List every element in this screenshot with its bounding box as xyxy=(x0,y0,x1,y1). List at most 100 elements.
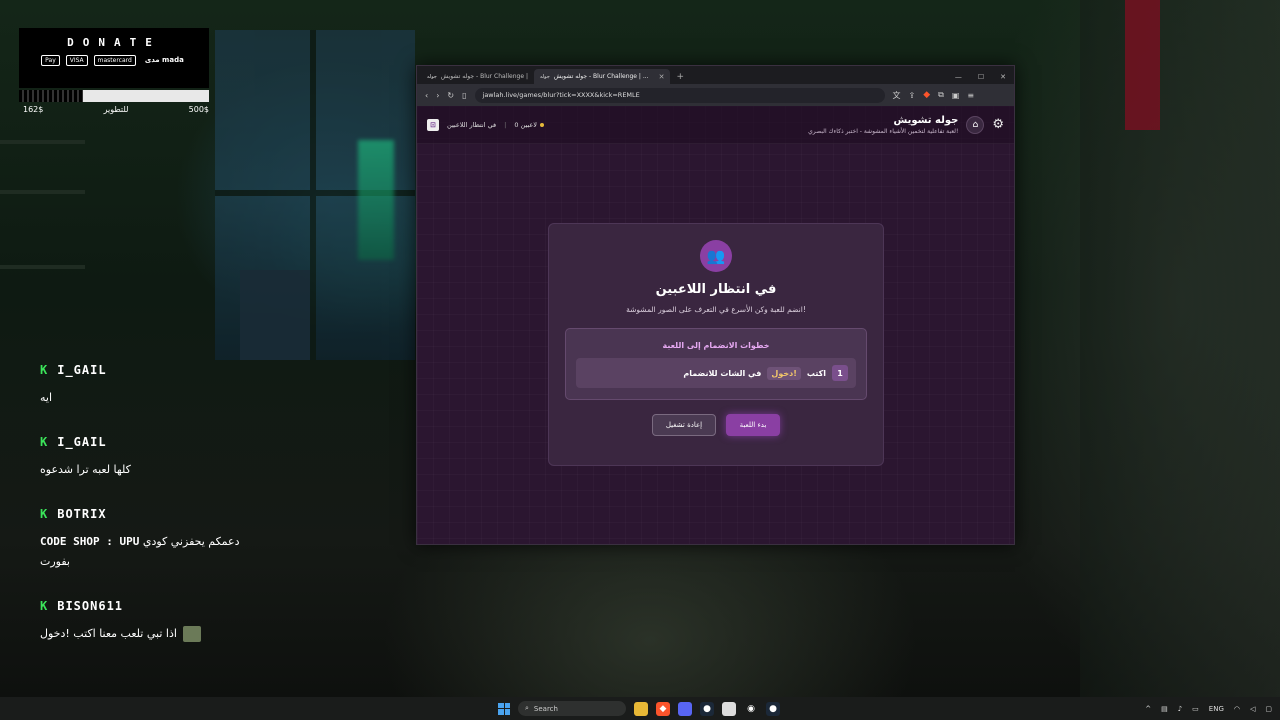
browser-tab[interactable]: جوله جوله تشويش - Blur Challenge | xyxy=(421,69,534,84)
browser-tab-active[interactable]: جوله جوله تشويش - Blur Challenge | ... ✕ xyxy=(533,69,671,84)
reload-icon[interactable]: ↻ xyxy=(447,91,454,100)
home-icon: ⌂ xyxy=(972,119,979,130)
chat-username: I_GAIL xyxy=(57,363,107,377)
donate-widget: DONATE Pay VISA mastercard مدى mada 162$… xyxy=(19,28,209,120)
divider: | xyxy=(504,120,507,129)
bookmark-icon[interactable]: ▯ xyxy=(462,91,466,100)
reset-button[interactable]: إعادة تشغيل xyxy=(652,414,716,436)
step-write: اكتب xyxy=(806,368,826,378)
kick-badge-icon: K xyxy=(40,363,48,377)
chat-username: BOTRIX xyxy=(57,507,107,521)
chat-message: CODE SHOP : UPU دعمكم يحفزني كودي بفورت xyxy=(40,532,240,572)
address-bar-row: ‹ › ↻ ▯ jawlah.live/games/blur?tick=XXXX… xyxy=(417,84,1014,106)
forward-icon[interactable]: › xyxy=(436,91,439,100)
menu-icon[interactable]: ≡ xyxy=(967,91,974,100)
translate-icon[interactable]: 文 xyxy=(893,90,901,101)
file-explorer-icon[interactable] xyxy=(634,701,648,716)
kick-badge-icon: K xyxy=(40,599,48,613)
taskbar-search[interactable]: ⌕ Search xyxy=(518,701,626,716)
minimize-icon[interactable]: — xyxy=(955,73,962,81)
twitch-icon[interactable]: ⊡ xyxy=(427,118,439,131)
players-count: 0 لاعبين xyxy=(514,121,544,129)
back-icon[interactable]: ‹ xyxy=(425,91,428,100)
wifi-icon[interactable]: ◠ xyxy=(1234,705,1240,713)
kick-badge-icon: K xyxy=(40,435,48,449)
step-rest: في الشات للانضمام xyxy=(683,368,762,378)
background-shelf xyxy=(0,140,85,144)
chat-message-header: K BISON611 xyxy=(40,596,290,616)
chat-username: I_GAIL xyxy=(57,435,107,449)
join-step: 1 اكتب !دخول في الشات للانضمام xyxy=(576,358,856,388)
window-controls: — ☐ ✕ xyxy=(947,69,1014,84)
close-tab-icon[interactable]: ✕ xyxy=(659,73,665,81)
steps-title: خطوات الانضمام إلى اللعبة xyxy=(662,341,770,350)
steam-client-icon[interactable]: ● xyxy=(766,701,780,716)
site-header: ⊡ في انتظار اللاعبين | 0 لاعبين جوله تشو… xyxy=(417,106,1014,144)
background-shelf xyxy=(0,190,85,194)
tab-title: جوله تشويش - Blur Challenge | ... xyxy=(553,73,649,80)
chat-message: اذا تبي تلعب معنا اكتب !دخول xyxy=(40,624,290,644)
share-icon[interactable]: ⇪ xyxy=(909,91,916,100)
discord-icon[interactable] xyxy=(678,701,692,716)
new-tab-button[interactable]: + xyxy=(670,72,690,82)
volume-icon[interactable]: ◁ xyxy=(1250,705,1255,713)
browser-window: جوله جوله تشويش - Blur Challenge | جوله … xyxy=(416,65,1015,545)
start-game-button[interactable]: بدء اللعبة xyxy=(726,414,780,436)
emote-icon xyxy=(182,626,201,642)
language-indicator[interactable]: ENG xyxy=(1209,705,1224,713)
chat-message-header: K I_GAIL xyxy=(40,432,290,452)
chat-message-text: اذا تبي تلعب معنا اكتب !دخول xyxy=(40,627,177,640)
visa-icon: VISA xyxy=(65,55,88,66)
brave-shield-icon[interactable]: ◆ xyxy=(923,90,930,100)
brave-browser-icon[interactable]: ◆ xyxy=(656,701,670,716)
site-title-block: جوله تشويش لعبة تفاعلية لتخمين الأشياء ا… xyxy=(808,115,958,135)
tab-bar: جوله جوله تشويش - Blur Challenge | جوله … xyxy=(417,66,1014,84)
extensions-icon[interactable]: ⧉ xyxy=(938,90,944,100)
step-keyword: !دخول xyxy=(767,366,801,380)
battery-icon[interactable]: ▭ xyxy=(1192,705,1199,713)
sidebar-icon[interactable]: ▣ xyxy=(952,91,960,100)
background-poster xyxy=(1125,0,1160,130)
network-icon[interactable]: ▤ xyxy=(1161,705,1168,713)
header-brand: جوله تشويش لعبة تفاعلية لتخمين الأشياء ا… xyxy=(808,115,1004,135)
donate-progress-pattern xyxy=(19,90,83,102)
home-button[interactable]: ⌂ xyxy=(966,115,985,134)
site-favicon-icon: جوله xyxy=(539,73,550,80)
mada-icon: مدى mada xyxy=(144,56,184,64)
donate-goal: 500$ xyxy=(188,105,209,114)
donate-labels: 162$ للتطوير 500$ xyxy=(19,105,209,114)
apple-pay-icon: Pay xyxy=(41,55,60,66)
calendar-icon[interactable] xyxy=(722,701,736,716)
tray-overflow-icon[interactable]: ^ xyxy=(1145,705,1151,713)
status-dot-icon xyxy=(539,122,544,127)
header-status: ⊡ في انتظار اللاعبين | 0 لاعبين xyxy=(427,118,544,131)
payment-methods: Pay VISA mastercard مدى mada xyxy=(19,55,209,66)
background-wall xyxy=(1080,0,1280,700)
card-subtitle: انضم للعبة وكن الأسرع في التعرف على الصو… xyxy=(626,305,806,314)
notifications-icon[interactable]: ▢ xyxy=(1265,705,1272,713)
taskbar-apps: ⌕ Search ◆ ● ◉ ● xyxy=(498,697,780,720)
settings-gear-icon[interactable]: ⚙ xyxy=(992,117,1004,132)
background-building xyxy=(240,270,310,360)
card-title: في انتظار اللاعبين xyxy=(655,282,777,297)
windows-start-icon[interactable] xyxy=(498,702,510,715)
maximize-icon[interactable]: ☐ xyxy=(978,73,984,81)
stream-chat: K I_GAIL ايه K I_GAIL كلها لعبه ترا شدعو… xyxy=(40,360,290,668)
page-viewport: ⊡ في انتظار اللاعبين | 0 لاعبين جوله تشو… xyxy=(417,106,1014,544)
url-input[interactable]: jawlah.live/games/blur?tick=XXXX&kick=RE… xyxy=(474,87,885,103)
step-number: 1 xyxy=(832,365,848,381)
microphone-icon[interactable]: ♪ xyxy=(1178,705,1182,713)
close-window-icon[interactable]: ✕ xyxy=(1000,73,1006,81)
background-neon-building xyxy=(358,140,394,260)
search-placeholder: Search xyxy=(533,704,558,713)
github-icon[interactable]: ◉ xyxy=(744,702,758,716)
steam-icon[interactable]: ● xyxy=(700,701,714,716)
donate-progress-bar xyxy=(19,90,209,102)
search-icon: ⌕ xyxy=(525,704,529,712)
donate-current: 162$ xyxy=(23,105,44,114)
donate-title: DONATE xyxy=(67,36,161,49)
background-shelf xyxy=(0,265,85,269)
users-icon: 👥 xyxy=(700,240,732,272)
waiting-status: في انتظار اللاعبين xyxy=(447,120,497,129)
waiting-card: 👥 في انتظار اللاعبين انضم للعبة وكن الأس… xyxy=(548,223,884,466)
